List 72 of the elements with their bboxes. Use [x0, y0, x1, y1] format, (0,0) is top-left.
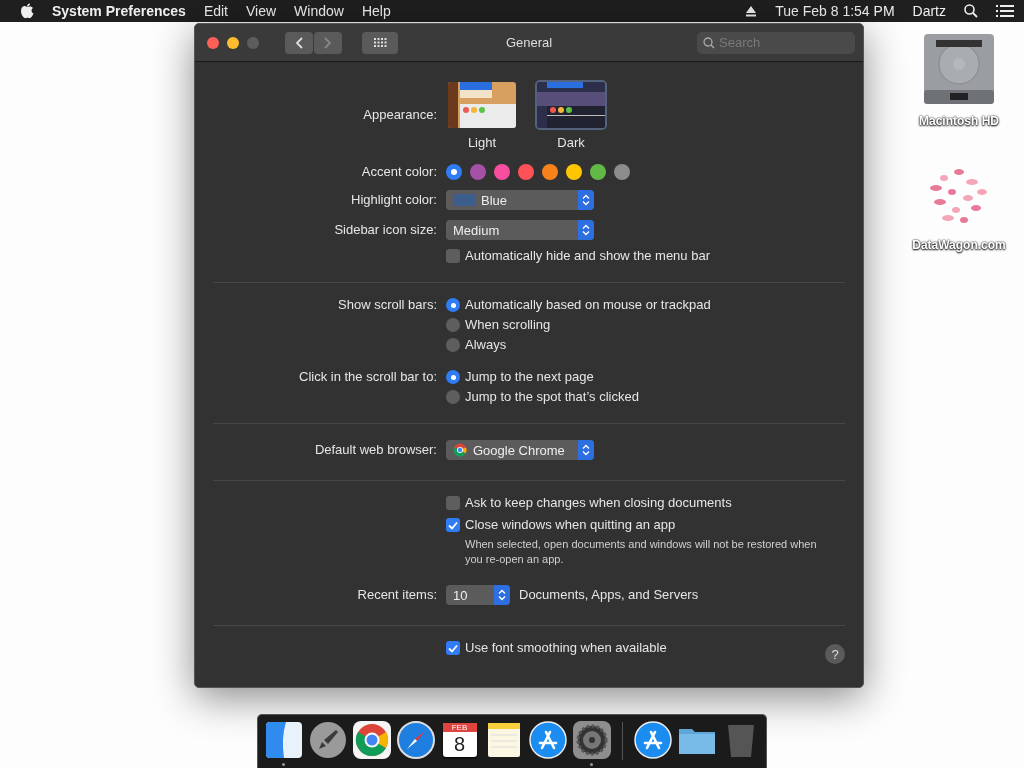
stepper-arrows-icon [582, 194, 590, 206]
accent-color-swatch[interactable] [494, 164, 510, 180]
app-menu[interactable]: System Preferences [52, 3, 186, 19]
app-store-icon[interactable] [632, 720, 673, 760]
field-label: Accent color: [360, 163, 437, 181]
show-all-button[interactable] [362, 31, 398, 54]
accent-color-swatch[interactable] [446, 164, 462, 180]
number-popup[interactable]: 10 [446, 585, 510, 605]
menu-item[interactable]: Edit [203, 3, 228, 19]
checkbox[interactable]: Use font smoothing when available [446, 638, 667, 658]
checkbox[interactable]: Ask to keep changes when closing documents [446, 493, 732, 513]
help-button[interactable]: ? [825, 644, 845, 664]
radio-button[interactable]: Automatically based on mouse or trackpad [446, 295, 711, 315]
forward-button[interactable] [314, 31, 342, 54]
field-label: Show scroll bars: [337, 296, 437, 314]
checkmark-icon [448, 643, 458, 653]
stepper-arrows-icon [498, 589, 506, 601]
accent-color-swatch[interactable] [470, 164, 486, 180]
menu-item[interactable]: Help [361, 3, 391, 19]
compass-icon[interactable] [395, 720, 436, 760]
back-button[interactable] [285, 31, 313, 54]
search-icon[interactable] [964, 4, 978, 18]
appearance-thumbnail [535, 80, 607, 130]
field-label: Default web browser: [313, 441, 437, 459]
popup-menu[interactable]: Blue [446, 190, 594, 210]
radio-button[interactable]: Jump to the next page [446, 367, 594, 387]
menu-item[interactable]: Window [294, 3, 344, 19]
radio-button[interactable]: Always [446, 335, 507, 355]
appearance-thumbnail [446, 80, 518, 130]
app-store-icon[interactable] [527, 720, 568, 760]
chevron-left-icon [295, 36, 303, 49]
help-text: When selected, open documents and windows will not be restored when you re-open an app. [464, 537, 818, 567]
field-label: Click in the scroll bar to: [298, 368, 437, 386]
field-label: Highlight color: [350, 191, 437, 209]
accent-color-swatch[interactable] [518, 164, 534, 180]
chrome-icon [453, 443, 467, 457]
suffix-text: Documents, Apps, and Servers [519, 586, 699, 604]
accent-color-swatch[interactable] [566, 164, 582, 180]
accent-color-swatch[interactable] [614, 164, 630, 180]
field-label: Sidebar icon size: [333, 221, 437, 239]
appearance-option[interactable]: Light [446, 80, 518, 150]
checkbox[interactable]: Automatically hide and show the menu bar [446, 246, 710, 266]
list-icon[interactable] [996, 4, 1014, 18]
calendar-icon[interactable]: FEB 8 [442, 723, 477, 757]
popup-menu[interactable]: Google Chrome [446, 440, 594, 460]
field-label: Appearance: [362, 106, 437, 124]
popup-menu[interactable]: Medium [446, 220, 594, 240]
window-title: General [505, 35, 553, 50]
chrome-icon[interactable] [351, 720, 392, 760]
checkbox[interactable]: Close windows when quitting an app [446, 515, 676, 535]
close-button[interactable] [207, 36, 219, 49]
checkmark-icon [448, 520, 458, 530]
menu-item[interactable]: View [246, 3, 277, 19]
search-icon [703, 36, 715, 49]
appearance-option[interactable]: Dark [535, 80, 607, 150]
user-name[interactable]: Dartz [912, 3, 946, 19]
minimize-button[interactable] [227, 36, 239, 49]
accent-color-swatch[interactable] [542, 164, 558, 180]
stepper-arrows-icon [582, 444, 590, 456]
eject-icon[interactable] [745, 5, 758, 17]
radio-button[interactable]: When scrolling [446, 315, 551, 335]
radio-button[interactable]: Jump to the spot that’s clicked [446, 387, 639, 407]
apple-icon [20, 3, 34, 19]
icon-label[interactable]: Macintosh HD [919, 114, 999, 128]
gear-icon[interactable] [571, 720, 612, 760]
clock[interactable]: Tue Feb 8 1:54 PM [775, 3, 895, 19]
accent-color-swatch[interactable] [590, 164, 606, 180]
grid-icon [373, 38, 387, 47]
stepper-arrows-icon [582, 224, 590, 236]
icon-label[interactable]: DataWagon.com [912, 238, 1006, 252]
field-label: Recent items: [356, 586, 437, 604]
chevron-right-icon [324, 36, 332, 49]
